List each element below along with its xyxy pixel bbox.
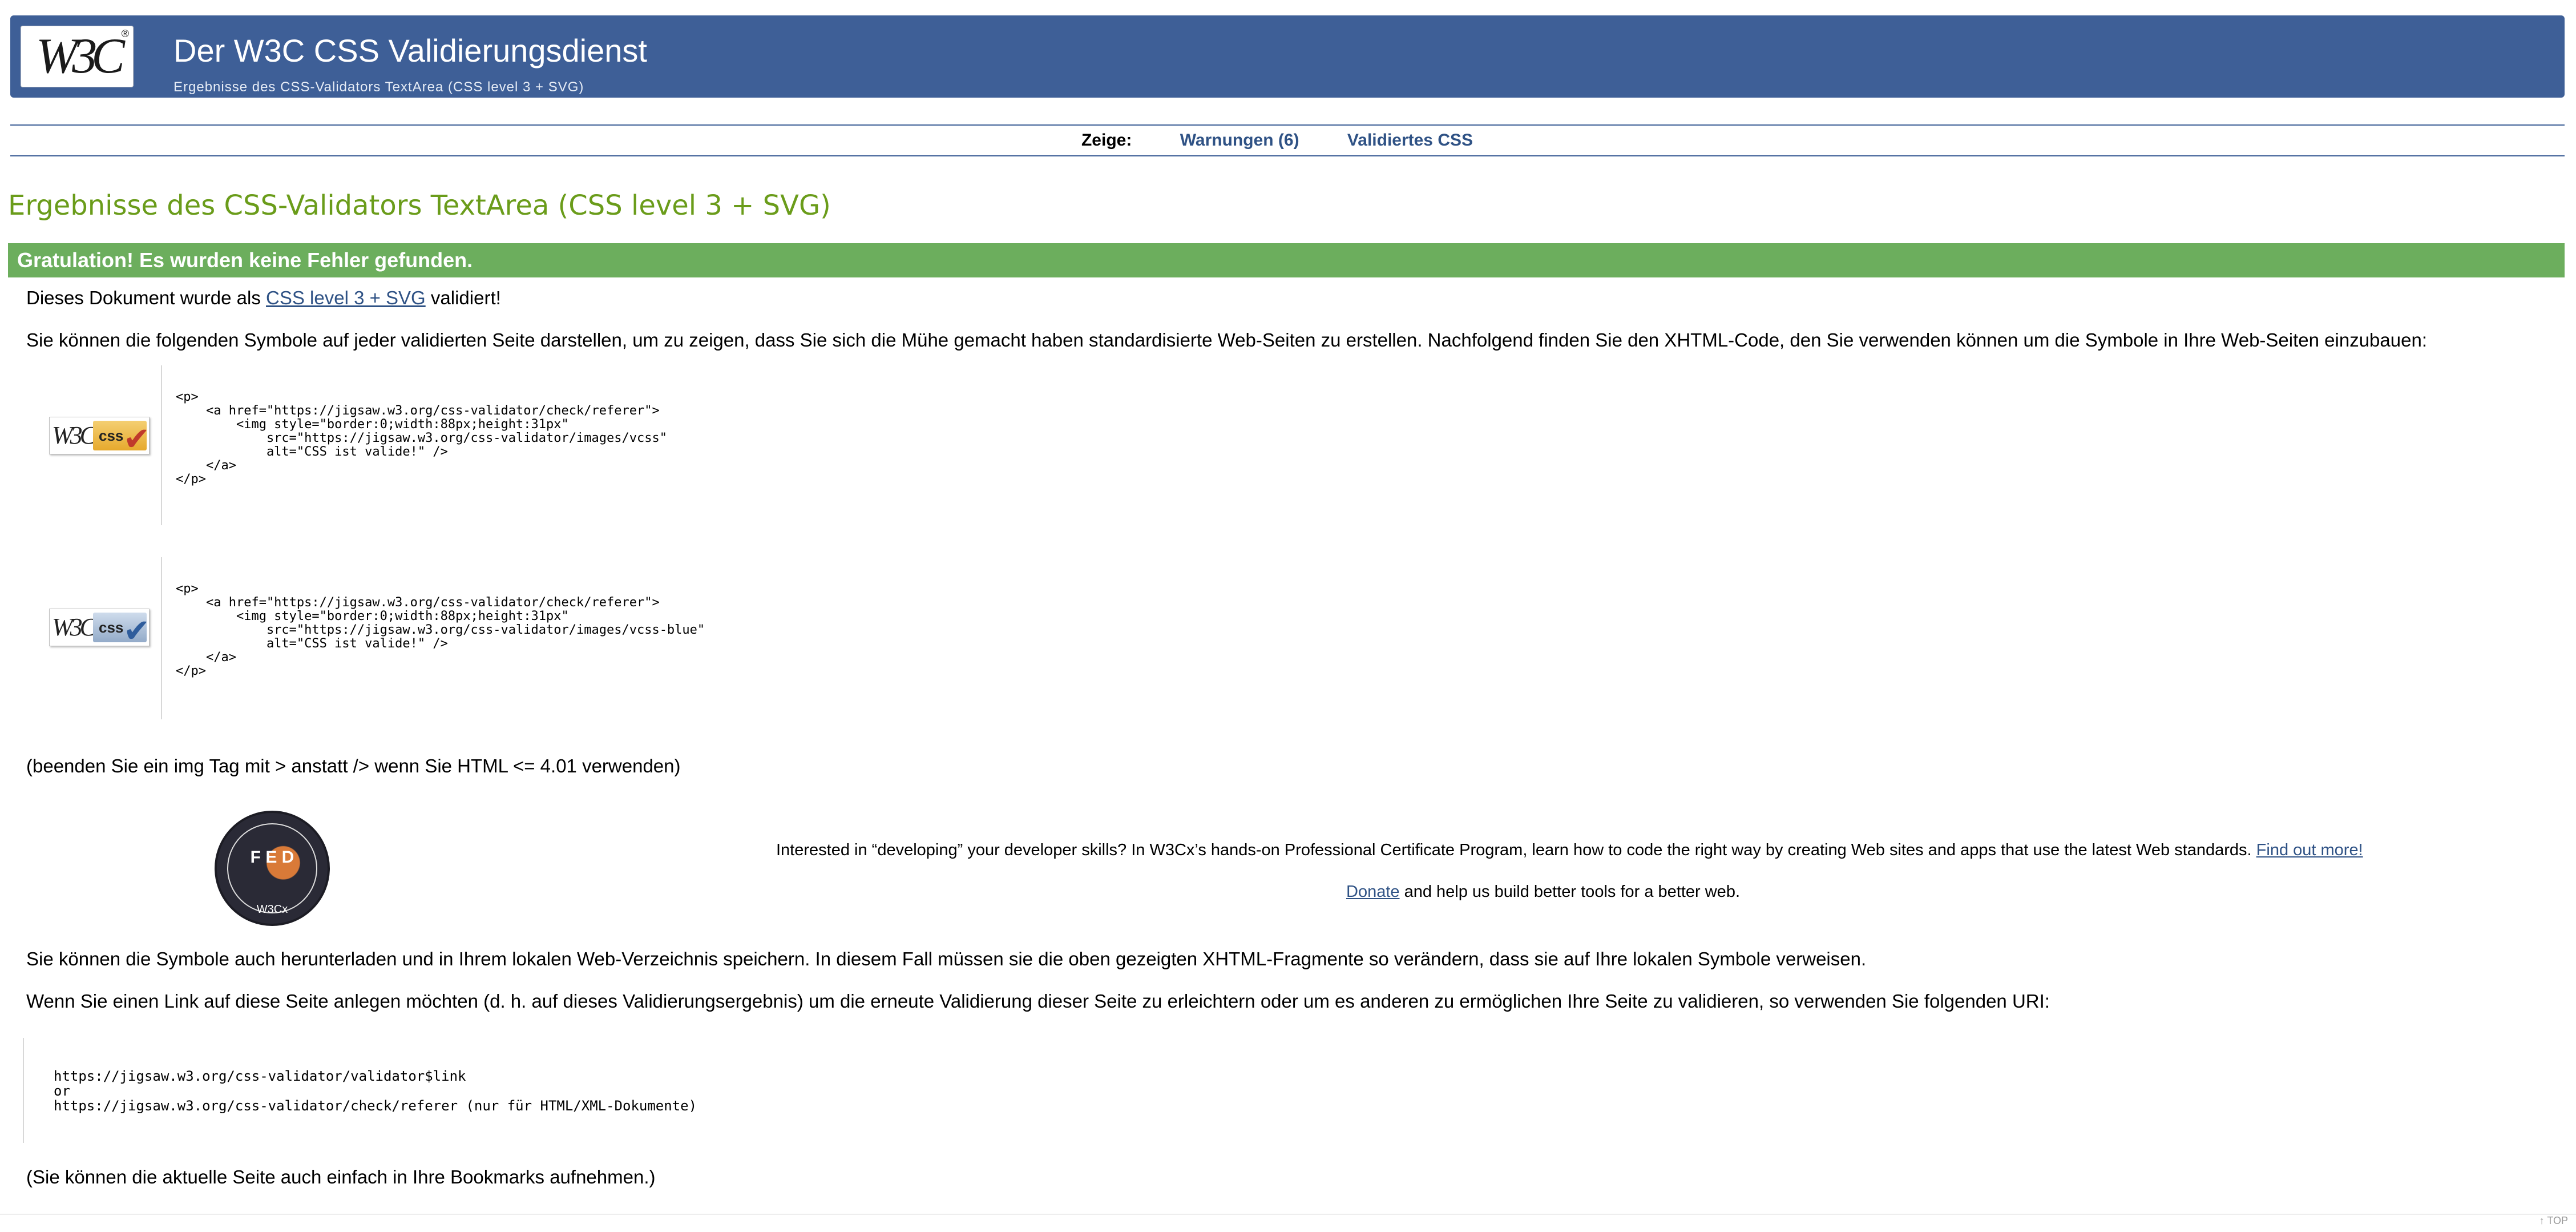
w3c-css-blue-badge-icon[interactable]: W3C css ✔ xyxy=(49,609,150,649)
page-title: Der W3C CSS Validierungsdienst xyxy=(173,33,647,69)
registered-mark: ® xyxy=(121,28,129,39)
w3c-logo-text: W3C xyxy=(36,29,125,84)
page-subtitle: Ergebnisse des CSS-Validators TextArea (… xyxy=(173,79,584,95)
badge-code-1[interactable]: <p> <a href="https://jigsaw.w3.org/css-v… xyxy=(176,390,667,486)
checkmark-icon: ✔ xyxy=(123,421,150,457)
uri-code[interactable]: https://jigsaw.w3.org/css-validator/vali… xyxy=(54,1069,697,1113)
w3c-logo[interactable]: W3C ® xyxy=(21,26,134,87)
badge-ring xyxy=(227,823,317,913)
checkmark-icon: ✔ xyxy=(123,613,150,649)
congrats-banner: Gratulation! Es wurden keine Fehler gefu… xyxy=(8,243,2565,277)
html-note: (beenden Sie ein img Tag mit > anstatt /… xyxy=(26,755,681,776)
header-banner: W3C ® Der W3C CSS Validierungsdienst Erg… xyxy=(10,15,2565,98)
back-to-top-link[interactable]: ↑ TOP xyxy=(2539,1215,2568,1227)
nav-label: Zeige: xyxy=(1081,131,1132,150)
w3c-css-gold-badge-icon[interactable]: W3C css ✔ xyxy=(49,417,150,457)
nav-validated-css-link[interactable]: Validiertes CSS xyxy=(1347,131,1473,150)
validated-suffix: validiert! xyxy=(430,287,501,308)
badge-code-block-2 xyxy=(161,557,162,719)
find-out-more-link[interactable]: Find out more! xyxy=(2256,841,2363,859)
symbols-intro: Sie können die folgenden Symbole auf jed… xyxy=(26,329,2427,351)
badge-code-2[interactable]: <p> <a href="https://jigsaw.w3.org/css-v… xyxy=(176,582,705,678)
badge-code-block-1 xyxy=(161,365,162,525)
link-note: Wenn Sie einen Link auf diese Seite anle… xyxy=(26,991,2050,1012)
nav-divider-bottom xyxy=(10,155,2565,156)
w3cx-front-end-developer-badge-icon[interactable]: F E D W3Cx xyxy=(215,811,330,926)
validated-prefix: Dieses Dokument wurde als xyxy=(26,287,261,308)
donate-line: Donate and help us build better tools fo… xyxy=(776,880,2310,903)
badge-w3c-text: W3C xyxy=(52,613,96,641)
nav-warnings-link[interactable]: Warnungen (6) xyxy=(1180,131,1299,150)
nav-divider-top xyxy=(10,124,2565,126)
donate-link[interactable]: Donate xyxy=(1346,883,1400,901)
badge-w3c-text: W3C xyxy=(52,421,96,449)
css-level-link[interactable]: CSS level 3 + SVG xyxy=(266,287,426,308)
badge-bottom-text: W3Cx xyxy=(256,903,288,916)
donate-text: and help us build better tools for a bet… xyxy=(1399,883,1740,901)
uri-code-block xyxy=(23,1038,24,1143)
results-heading: Ergebnisse des CSS-Validators TextArea (… xyxy=(8,190,831,222)
validated-line: Dieses Dokument wurde als CSS level 3 + … xyxy=(26,285,501,311)
results-nav: Zeige: Warnungen (6) Validiertes CSS xyxy=(0,127,2576,154)
bookmark-note: (Sie können die aktuelle Seite auch einf… xyxy=(26,1166,656,1187)
promo-text: Interested in “developing” your develope… xyxy=(776,841,2252,859)
promo-text-line: Interested in “developing” your develope… xyxy=(776,839,2363,861)
badge-mid-text: F E D xyxy=(250,848,294,867)
download-note: Sie können die Symbole auch herunterlade… xyxy=(26,948,1867,969)
footer-divider xyxy=(0,1214,2576,1215)
